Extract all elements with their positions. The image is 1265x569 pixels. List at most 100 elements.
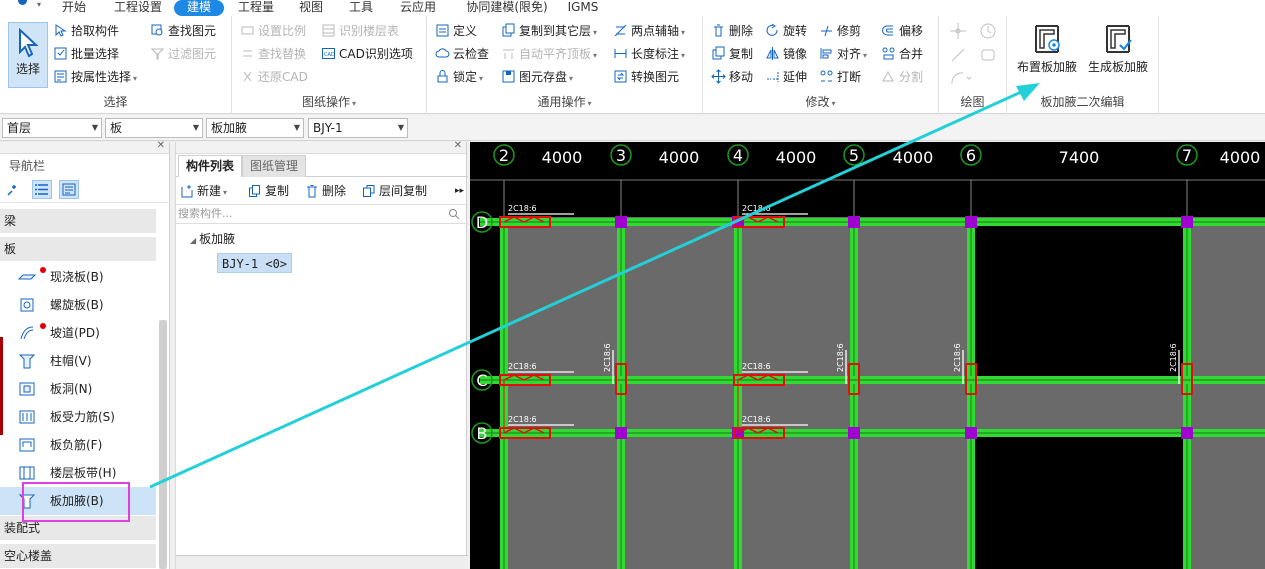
more-tools-icon[interactable]: ▸▸ [455,182,464,200]
lock-button[interactable]: 锁定 ▾ [435,67,483,87]
rebar-label: 2C18:6 [1169,343,1178,372]
cad-options-button[interactable]: CAD CAD识别选项 [321,44,413,64]
nav-scrollbar[interactable] [159,320,167,569]
cloud-check-button[interactable]: 云检查 [435,44,489,64]
filter-icon [150,48,165,60]
identify-floor-table-button[interactable]: 识别楼层表 [321,21,399,41]
tab-component-list[interactable]: 构件列表 [178,155,243,177]
generate-slab-haunch-button[interactable]: 生成板加腋 [1085,22,1151,82]
align-icon [820,48,832,59]
cad-drawing[interactable]: 2C18:6 2C18:6 2C18:6 2C18:6 2C18:6 2C18:6 2C18… [470,142,1265,569]
component-search-input[interactable]: 搜索构件... [176,204,468,224]
floor-select[interactable]: 首层 ▼ [2,118,102,138]
menu-collab[interactable]: 协同建模(限免) [456,0,558,16]
close-icon[interactable]: ✕ [454,140,462,151]
two-point-axis-button[interactable]: 两点辅轴 ▾ [613,21,685,41]
group-label-select: 选择 [103,95,128,109]
detail-view-toggle[interactable] [59,180,79,199]
merge-button[interactable]: 合并 [881,44,923,64]
length-dimension-button[interactable]: 长度标注 ▾ [613,44,685,64]
nav-item-slab-opening[interactable]: 板洞(N) [0,375,156,403]
type-select[interactable]: 板加腋 ▼ [206,118,304,138]
set-scale-button[interactable]: 设置比例 [240,21,306,41]
component-select[interactable]: BJY-1 ▼ [308,118,408,138]
clock-draw-icon[interactable] [979,22,997,40]
copy-button[interactable]: 复制 [711,44,753,64]
mirror-button[interactable]: 镜像 [765,44,807,64]
select-by-property-button[interactable]: 按属性选择 ▾ [53,67,137,87]
menu-start[interactable]: 开始 [54,0,94,16]
new-component-button[interactable]: 新建 ▾ [180,182,227,200]
menu-quantity[interactable]: 工程量 [232,0,280,16]
tree-leaf-bjy1[interactable]: BJY-1 <0> [217,253,293,273]
filter-element-button[interactable]: 过滤图元 [150,44,216,64]
align-button[interactable]: 对齐 ▾ [819,44,867,64]
offset-button[interactable]: 偏移 [881,21,923,41]
pick-component-button[interactable]: 拾取构件 [53,21,119,41]
negative-rebar-icon [19,438,35,452]
find-element-button[interactable]: 查找图元 [150,21,216,41]
nav-category-beam[interactable]: 梁 [0,209,156,233]
copy-to-other-floor-button[interactable]: 复制到其它层 ▾ [501,21,597,41]
auto-align-slab-button[interactable]: 自动平齐顶板 ▾ [501,44,597,64]
tree-node-haunch[interactable]: ◢ 板加腋 [190,230,235,247]
delete-component-button[interactable]: 删除 [305,182,346,200]
menu-view[interactable]: 视图 [292,0,330,16]
menu-modeling[interactable]: 建模 [174,0,224,16]
split-button[interactable]: 分割 [881,67,923,87]
convert-element-button[interactable]: 转换图元 [613,67,679,87]
nav-category-hollow-floor[interactable]: 空心楼盖 [0,544,156,568]
menu-project-settings[interactable]: 工程设置 [108,0,168,16]
cad-icon: CAD [322,48,335,59]
save-element-button[interactable]: 图元存盘 ▾ [501,67,573,87]
nav-item-slab-main-rebar[interactable]: 板受力筋(S) [0,403,156,431]
line-draw-icon[interactable] [949,46,967,64]
cast-slab-icon [18,274,36,280]
menu-tools[interactable]: 工具 [342,0,380,16]
place-slab-haunch-button[interactable]: 布置板加腋 [1015,22,1079,82]
nav-item-spiral-slab[interactable]: 螺旋板(B) [0,291,156,319]
select-label: 选择 [15,62,40,76]
select-button[interactable]: 选择 [8,22,48,88]
move-button[interactable]: 移动 [711,67,753,87]
nav-item-ramp[interactable]: 坡道(PD) [0,319,156,347]
ribbon: 选择 拾取构件 批量选择 按属性选择 ▾ 选择 设置比例 识别楼层表 查找替换 C… [0,16,1265,114]
drawing-canvas[interactable]: 2C18:6 2C18:6 2C18:6 2C18:6 2C18:6 2C18:6 2C18… [470,142,1265,569]
find-replace-button[interactable]: 查找替换 [240,44,306,64]
group-label-draw: 绘图 [960,95,985,109]
extend-button[interactable]: 延伸 [765,67,807,87]
nav-item-column-cap[interactable]: 柱帽(V) [0,347,156,375]
scroll-thumb[interactable] [159,320,167,569]
place-haunch-icon [1035,25,1060,53]
column-block [615,216,627,228]
point-draw-icon[interactable] [949,22,967,40]
batch-select-button[interactable]: 批量选择 [53,44,119,64]
nav-category-slab[interactable]: 板 [0,237,156,261]
pick-icon [55,24,67,37]
nav-item-cast-slab[interactable]: 现浇板(B) [0,263,156,291]
nav-item-slab-negative-rebar[interactable]: 板负筋(F) [0,431,156,459]
axis-number: 2 [499,146,509,165]
tab-drawing-management[interactable]: 图纸管理 [242,155,307,177]
quick-access-dropdown-icon[interactable]: ▾ [37,0,41,9]
close-icon[interactable]: ✕ [157,140,165,151]
category-select[interactable]: 板 ▼ [105,118,203,138]
nav-title: 导航栏 [9,159,46,173]
menu-igms[interactable]: IGMS [562,0,604,16]
arc-draw-icon[interactable] [949,69,973,87]
align-slab-icon [503,49,514,59]
new-icon [181,185,193,198]
rect-draw-icon[interactable] [979,46,997,64]
menu-cloud[interactable]: 云应用 [392,0,444,16]
trim-button[interactable]: 修剪 [819,21,861,41]
list-view-toggle[interactable] [32,180,52,199]
expand-icon[interactable] [6,183,20,197]
break-button[interactable]: 打断 [819,67,861,87]
rotate-button[interactable]: 旋转 [765,21,807,41]
define-button[interactable]: 定义 [435,21,477,41]
copy-component-button[interactable]: 复制 [248,182,289,200]
restore-cad-button[interactable]: 还原CAD [240,67,308,87]
interfloor-copy-button[interactable]: 层间复制 [362,182,427,200]
group-label-common: 通用操作 ▾ [537,95,592,109]
delete-button[interactable]: 删除 [711,21,753,41]
